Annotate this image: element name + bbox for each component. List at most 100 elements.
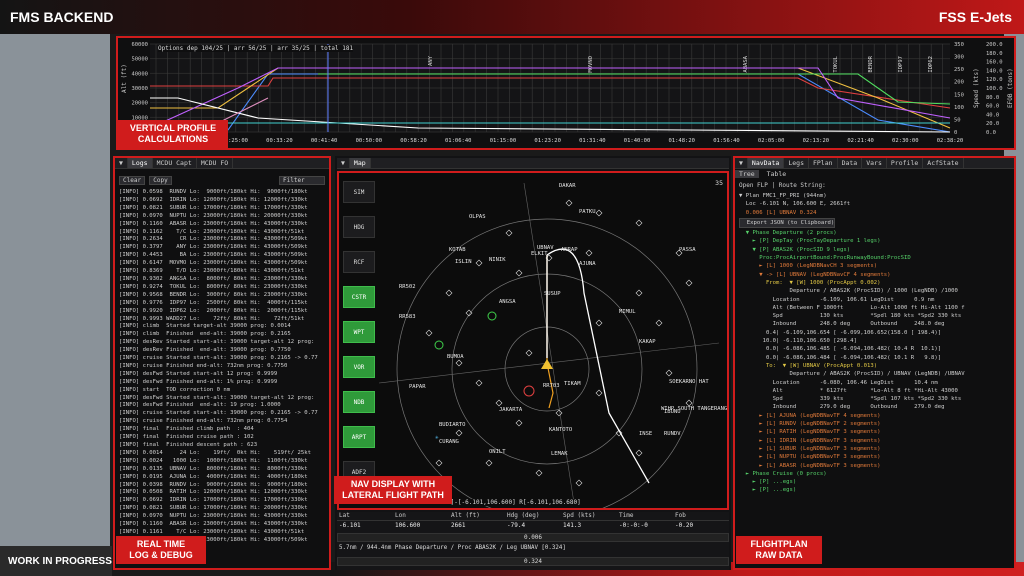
waypoint-label: ANY xyxy=(428,55,434,66)
table-header-cell: Lat xyxy=(339,512,350,519)
nav-toggle-vor[interactable]: VOR xyxy=(343,356,375,378)
waypoint-marker[interactable] xyxy=(435,459,443,467)
waypoint-marker[interactable] xyxy=(505,229,513,237)
vertical-profile-chart[interactable]: 6000050000400003000020000100000Alt (ft)3… xyxy=(118,38,1014,148)
subtab-tree[interactable]: Tree xyxy=(735,170,759,178)
vertical-profile-panel[interactable]: 6000050000400003000020000100000Alt (ft)3… xyxy=(116,36,1016,150)
waypoint-marker[interactable] xyxy=(595,209,603,217)
route-string-label[interactable]: Route String: xyxy=(779,182,826,189)
waypoint-marker[interactable] xyxy=(685,279,693,287)
flightplan-tree-line[interactable]: ► [P] ...egs) xyxy=(739,486,1010,494)
tab-map[interactable]: Map xyxy=(349,158,371,168)
nav-toggle-arpt[interactable]: ARPT xyxy=(343,426,375,448)
tab-mcdu-fo[interactable]: MCDU FO xyxy=(197,158,234,168)
waypoint-marker[interactable] xyxy=(485,459,493,467)
flightplan-tab-menu[interactable]: ▼ xyxy=(735,158,748,168)
waypoint-marker[interactable] xyxy=(575,479,583,487)
flightplan-panel[interactable]: ▼ NavData Legs FPlan Data Vars Profile AcfState… xyxy=(733,156,1016,570)
vor-marker[interactable] xyxy=(434,340,444,350)
tab-data[interactable]: Data xyxy=(838,158,863,168)
subtab-table[interactable]: Table xyxy=(763,170,791,178)
waypoint-label: ABASA xyxy=(743,55,749,72)
waypoint-marker[interactable] xyxy=(475,379,483,387)
log-tab-menu[interactable]: ▼ xyxy=(115,158,128,168)
flightplan-tree-line[interactable]: ► [L] IDRIN (LegNDBNavTF 3 segments) xyxy=(739,437,1010,445)
flightplan-tree-line[interactable]: ▼ -> [L] UBNAV (LegNDBNavCF 4 segments) xyxy=(739,271,1010,279)
flightplan-tree-line[interactable]: To: ▼ [W] UBNAV (ProcAppt 0.013) xyxy=(739,362,1010,370)
waypoint-marker[interactable] xyxy=(515,419,523,427)
waypoint-marker[interactable] xyxy=(455,429,463,437)
waypoint-marker[interactable] xyxy=(515,269,523,277)
vertical-profile-label: VERTICAL PROFILE CALCULATIONS xyxy=(118,120,228,148)
tab-acfstate[interactable]: AcfState xyxy=(923,158,964,168)
log-label: REAL TIME LOG & DEBUG xyxy=(116,536,206,564)
flightplan-tree-line: Spd 339 kts *Spdl 107 kts *Spd2 330 kts xyxy=(739,396,962,403)
flightplan-tree-line[interactable]: ► [L] NUPTU (LegNDBNavTF 3 segments) xyxy=(739,453,1010,461)
waypoint-marker[interactable] xyxy=(655,319,663,327)
tab-navdata[interactable]: NavData xyxy=(747,158,785,168)
waypoint-marker[interactable] xyxy=(535,469,543,477)
flightplan-tree[interactable]: ▼ Plan FMC1_FP_PRI (944nm) Loc -6.101 N,… xyxy=(739,192,1010,564)
flightplan-tree-line[interactable]: ▼ [P] ABAS2K (ProcSID 9 legs) xyxy=(739,246,1010,254)
waypoint-marker[interactable] xyxy=(635,219,643,227)
flightplan-tree-line[interactable]: From: ▼ [W] 1000 (ProcAppt 0.002) xyxy=(739,279,1010,287)
nav-toggle-wpt[interactable]: WPT xyxy=(343,321,375,343)
nav-toggle-ndb[interactable]: NDB xyxy=(343,391,375,413)
nav-display-map[interactable]: ✳DAKARPATKUOLPASKOTABISLIN NINIKELKITPASS… xyxy=(339,173,727,508)
y-left-tick: 50000 xyxy=(131,57,148,63)
flightplan-tree-line[interactable]: Export JSON (to Clipboard) xyxy=(739,217,836,229)
tab-vars[interactable]: Vars xyxy=(862,158,887,168)
tab-mcdu-capt[interactable]: MCDU Capt xyxy=(153,158,197,168)
flightplan-tree-line: Spd 130 kts *Spdl 180 kts *Spd2 330 kts xyxy=(739,313,962,320)
tab-fplan[interactable]: FPlan xyxy=(809,158,838,168)
waypoint-marker[interactable] xyxy=(635,289,643,297)
log-line: [INFO] 0.9993 WADD27 Lo: 72ft/ 80kt Hi: … xyxy=(119,315,305,322)
flightplan-tree-line[interactable]: ► [L] RATIH (LegNDBNavTF 3 segments) xyxy=(739,428,1010,436)
map-tab-menu[interactable]: ▼ xyxy=(337,158,350,168)
flightplan-tree-line[interactable]: ► [P] DepTay (ProcTayDeparture 1 legs) xyxy=(739,237,1010,245)
flightplan-tree-line[interactable]: ► [P] ...egs) xyxy=(739,478,1010,486)
time-tick: 01:23:20 xyxy=(534,138,561,144)
waypoint-marker[interactable] xyxy=(475,259,483,267)
log-output[interactable]: [INFO] 0.0598 RUNDV Lo: 9000ft/180kt Hi:… xyxy=(119,189,325,564)
nav-toggle-rcf[interactable]: RCF xyxy=(343,251,375,273)
route-status: 5.7nm / 944.4nm Phase Departure / Proc A… xyxy=(339,545,566,551)
waypoint-marker[interactable] xyxy=(425,329,433,337)
waypoint-marker[interactable] xyxy=(635,449,643,457)
flightplan-tree-line[interactable]: ► Phase Cruise (0 procs) xyxy=(739,470,1010,478)
flightplan-tree-line[interactable]: ▼ Plan FMC1_FP_PRI (944nm) xyxy=(739,192,1010,200)
flightplan-tree-line[interactable]: ► [L] RUNDV (LegNDBNavTF 2 segments) xyxy=(739,420,1010,428)
nav-display[interactable]: ✳ DAKAR PATKU OLPAS KOTAB ISLIN NINIK ELKIT PASS… xyxy=(337,171,729,510)
filter-input[interactable]: Filter xyxy=(279,176,325,185)
flightplan-tree-line[interactable]: ► [L] 1000 (LegNDBNavCH 3 segments) xyxy=(739,262,1010,270)
nav-toggle-cstr[interactable]: CSTR xyxy=(343,286,375,308)
log-line: [INFO] 0.0821 SUBUR Lo: 17000ft/180kt Hi… xyxy=(119,204,308,211)
waypoint-marker[interactable] xyxy=(585,249,593,257)
clear-button[interactable]: Clear xyxy=(119,176,146,185)
nav-toggle-sim[interactable]: SIM xyxy=(343,181,375,203)
waypoint-marker[interactable] xyxy=(555,409,563,417)
copy-button[interactable]: Copy xyxy=(149,176,172,185)
log-panel[interactable]: ▼ Logs MCDU Capt MCDU FO Clear Copy Filter … xyxy=(113,156,331,570)
airport-marker[interactable] xyxy=(523,385,535,397)
flightplan-tree-line[interactable]: ► [L] SUBUR (LegNDBNavTF 3 segments) xyxy=(739,445,1010,453)
vertical-profile-toolbar[interactable]: Options dep 104/25 | arr 56/25 | arr 35/… xyxy=(158,45,354,52)
waypoint-marker[interactable] xyxy=(565,199,573,207)
flightplan-tree-line[interactable]: ► [L] AJUNA (LegNDBNavTF 4 segments) xyxy=(739,412,1010,420)
waypoint-marker[interactable] xyxy=(525,349,533,357)
tab-logs[interactable]: Logs xyxy=(127,158,153,168)
flightplan-tree-line[interactable]: ► [L] ABASR (LegNDBNavTF 3 segments) xyxy=(739,462,1010,470)
tab-legs[interactable]: Legs xyxy=(784,158,809,168)
waypoint-marker[interactable] xyxy=(595,389,603,397)
tab-profile[interactable]: Profile xyxy=(887,158,924,168)
waypoint-marker[interactable] xyxy=(455,359,463,367)
waypoint-marker[interactable] xyxy=(595,319,603,327)
nav-toggle-hdg[interactable]: HDG xyxy=(343,216,375,238)
map-range[interactable]: 35 xyxy=(715,179,723,187)
waypoint-marker[interactable] xyxy=(665,369,673,377)
waypoint-marker[interactable] xyxy=(495,399,503,407)
flightplan-tree-line[interactable]: ▼ Phase Departure (2 procs) xyxy=(739,229,1010,237)
waypoint-marker[interactable] xyxy=(445,289,453,297)
open-flp-button[interactable]: Open FLP xyxy=(739,182,768,189)
vor-marker[interactable] xyxy=(487,311,497,321)
